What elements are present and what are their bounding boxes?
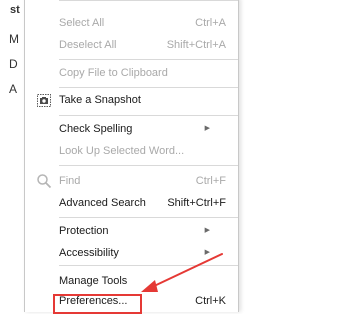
menu-item-take-a-snapshot[interactable]: Take a Snapshot [25, 89, 238, 111]
menu-item-shortcut: Ctrl+F [195, 175, 226, 187]
menu-item-label: Preferences... [59, 295, 128, 307]
document-text: M [9, 32, 19, 46]
menu-item-advanced-search[interactable]: Advanced Search Shift+Ctrl+F [25, 192, 238, 214]
menu-separator [59, 165, 238, 166]
menu-item-select-all[interactable]: Select All Ctrl+A [25, 12, 238, 34]
menu-separator [59, 115, 238, 116]
menu-item-shortcut: Ctrl+K [195, 295, 226, 307]
menu-item-accessibility[interactable]: Accessibility ▶ [25, 242, 238, 264]
context-menu: Select All Ctrl+A Deselect All Shift+Ctr… [24, 0, 239, 314]
document-text: A [9, 82, 18, 96]
menu-item-deselect-all[interactable]: Deselect All Shift+Ctrl+A [25, 34, 238, 56]
document-text: D [9, 57, 18, 71]
menu-item-label: Manage Tools [59, 275, 128, 287]
menu-item-preferences[interactable]: Preferences... Ctrl+K [25, 290, 238, 314]
menu-item-label: Select All [59, 17, 105, 29]
menu-item-protection[interactable]: Protection ▶ [25, 220, 238, 242]
search-icon [36, 173, 52, 189]
menu-item-label: Copy File to Clipboard [59, 67, 168, 79]
submenu-arrow-icon: ▶ [204, 125, 210, 132]
menu-separator [59, 87, 238, 88]
menu-item-check-spelling[interactable]: Check Spelling ▶ [25, 118, 238, 140]
menu-item-label: Protection [59, 225, 109, 237]
menu-item-shortcut: Shift+Ctrl+A [166, 39, 226, 51]
menu-separator [59, 0, 238, 1]
menu-item-label: Accessibility [59, 247, 119, 259]
menu-item-shortcut: Shift+Ctrl+F [167, 197, 226, 209]
menu-item-copy-file-to-clipboard[interactable]: Copy File to Clipboard [25, 62, 238, 84]
menu-separator [59, 217, 238, 218]
menu-item-find[interactable]: Find Ctrl+F [25, 170, 238, 192]
camera-icon [37, 93, 51, 107]
menu-item-shortcut: Ctrl+A [195, 17, 226, 29]
menu-item-label: Advanced Search [59, 197, 146, 209]
menu-item-label: Check Spelling [59, 123, 133, 135]
menu-item-label: Find [59, 175, 81, 187]
submenu-arrow-icon: ▶ [204, 227, 210, 234]
menu-item-label: Deselect All [59, 39, 117, 51]
document-text: st [10, 4, 20, 16]
menu-item-look-up-selected-word[interactable]: Look Up Selected Word... [25, 140, 238, 162]
menu-separator [59, 265, 238, 266]
submenu-arrow-icon: ▶ [204, 249, 210, 256]
document-background: st M D A [0, 0, 24, 310]
menu-item-label: Take a Snapshot [59, 94, 141, 106]
menu-item-label: Look Up Selected Word... [59, 145, 185, 157]
menu-item-manage-tools[interactable]: Manage Tools [25, 270, 238, 292]
menu-separator [59, 59, 238, 60]
